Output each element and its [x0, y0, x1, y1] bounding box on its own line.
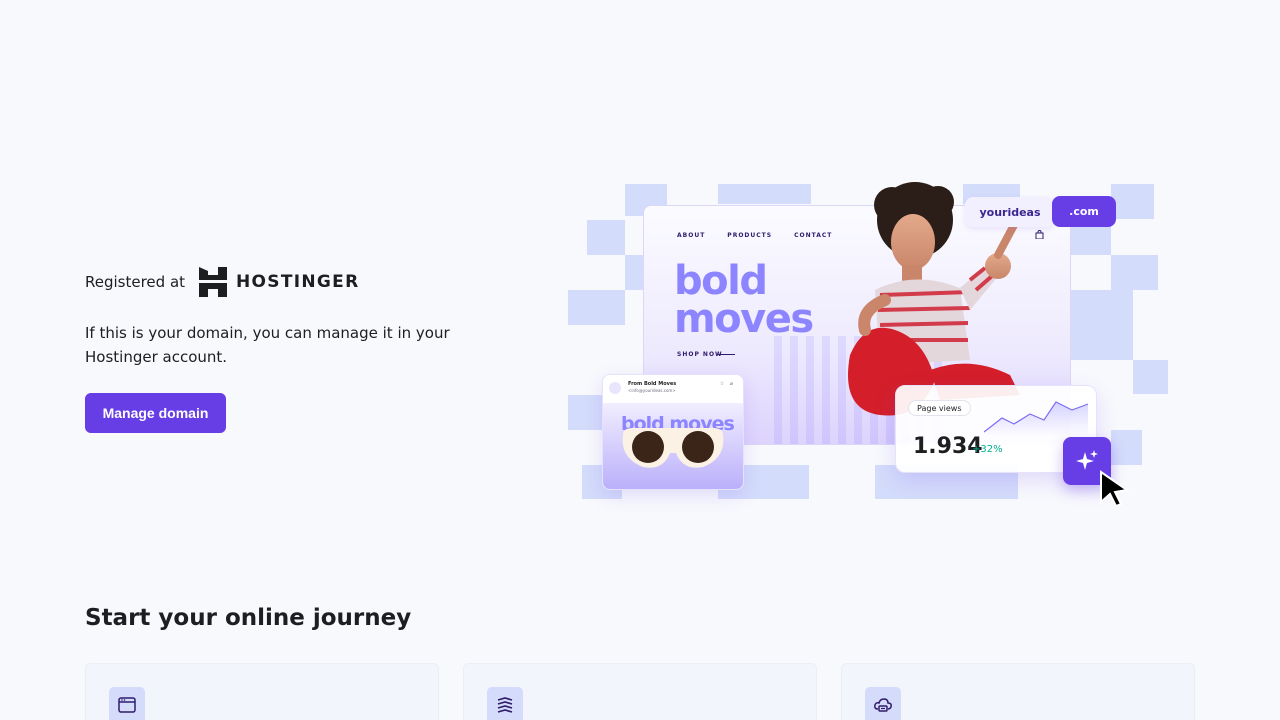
journey-card-cloud[interactable]	[841, 663, 1195, 720]
page-views-label: Page views	[908, 400, 971, 416]
tile	[587, 220, 625, 255]
journey-card-website[interactable]	[85, 663, 439, 720]
page-views-growth: +32%	[972, 444, 1003, 455]
preview-headline-moves: moves	[674, 296, 814, 342]
tile	[1111, 184, 1154, 219]
mouse-cursor-icon	[1100, 470, 1130, 508]
shop-arrow-icon	[717, 354, 735, 355]
manage-domain-button[interactable]: Manage domain	[85, 393, 226, 433]
sparkle-icon	[1076, 450, 1098, 470]
sunglasses-image	[622, 428, 724, 468]
registered-label: Registered at	[85, 273, 186, 291]
preview-nav-products: PRODUCTS	[727, 232, 773, 239]
hostinger-logo-icon	[199, 267, 228, 297]
email-address: <info@yourideas.com>	[628, 388, 676, 393]
journey-card-hosting[interactable]	[463, 663, 817, 720]
tile	[1111, 430, 1142, 465]
layers-icon	[487, 687, 523, 720]
email-sender: From Bold Moves	[628, 381, 677, 387]
preview-nav-about: ABOUT	[677, 232, 706, 239]
preview-shop-now: SHOP NOW	[677, 351, 723, 358]
browser-window-icon	[109, 687, 145, 720]
tile	[625, 255, 645, 290]
cloud-server-icon	[865, 687, 901, 720]
tile	[1111, 255, 1158, 290]
domain-intro-text: If this is your domain, you can manage i…	[85, 324, 450, 366]
preview-headline-bold: bold	[674, 258, 768, 304]
hero-illustration: ABOUT PRODUCTS CONTACT bold moves SHOP N…	[565, 180, 1175, 525]
journey-cards	[85, 663, 1195, 720]
hero-section: Registered at HOSTINGER If this is your …	[85, 266, 485, 433]
email-avatar	[609, 382, 621, 394]
tile	[568, 290, 625, 325]
hostinger-logo: HOSTINGER	[199, 267, 359, 297]
email-preview-card: From Bold Moves <info@yourideas.com> ☆ ⌀…	[602, 374, 744, 490]
tile	[1133, 360, 1168, 394]
email-actions-icon: ☆ ⌀	[719, 381, 735, 387]
registrar-row: Registered at HOSTINGER	[85, 266, 485, 298]
tile	[1070, 290, 1133, 360]
email-body: bold moves	[603, 403, 743, 489]
preview-nav: ABOUT PRODUCTS CONTACT	[677, 232, 832, 239]
domain-tld-pill: .com	[1052, 196, 1116, 227]
shopping-bag-icon	[1035, 230, 1044, 239]
hostinger-wordmark: HOSTINGER	[236, 272, 360, 292]
tile	[568, 395, 605, 430]
section-title: Start your online journey	[85, 605, 412, 631]
domain-name-pill: yourideas	[965, 197, 1055, 227]
tile	[718, 184, 811, 204]
page-views-sparkline	[984, 401, 1089, 436]
